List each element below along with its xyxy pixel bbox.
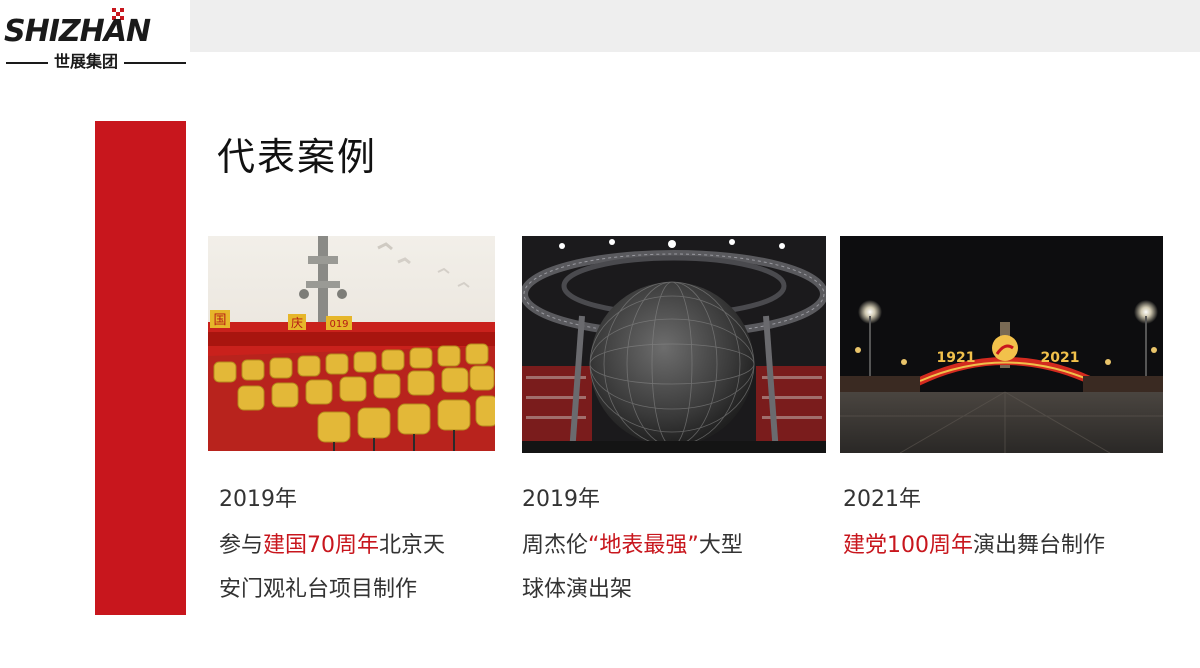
page-title: 代表案例 bbox=[217, 135, 378, 179]
case-3-description: 建党100周年演出舞台制作 bbox=[843, 524, 1105, 568]
case-1-desc-prefix: 参与 bbox=[219, 533, 264, 558]
case-3-desc-line-1: 建党100周年演出舞台制作 bbox=[843, 524, 1105, 568]
signage-2: 庆 bbox=[291, 316, 303, 330]
signage-1921: 1921 bbox=[937, 350, 976, 366]
case-3-desc-suffix: 演出舞台制作 bbox=[973, 533, 1106, 558]
logo-subtitle: 世展集团 bbox=[54, 52, 119, 71]
case-1-desc-highlight: 建国70周年 bbox=[263, 533, 380, 558]
case-1-desc-suffix: 北京天 bbox=[379, 533, 446, 558]
logo-rule-right bbox=[124, 62, 186, 64]
signage-3: 019 bbox=[329, 319, 348, 330]
case-2-desc-highlight: “地表最强” bbox=[588, 533, 699, 558]
case-3-photo: 1921 2021 bbox=[840, 236, 1163, 453]
case-1-description: 参与建国70周年北京天 安门观礼台项目制作 bbox=[219, 524, 445, 612]
logo-wordmark: SHIZHAN bbox=[4, 14, 151, 49]
signage-2021: 2021 bbox=[1041, 350, 1080, 366]
case-2-desc-prefix: 周杰伦 bbox=[522, 533, 589, 558]
case-2-desc-line-2: 球体演出架 bbox=[522, 577, 633, 602]
case-2-desc-line-1: 周杰伦“地表最强”大型 bbox=[522, 524, 743, 568]
logo-subtitle-row: 世展集团 bbox=[6, 52, 186, 72]
case-3-desc-highlight: 建党100周年 bbox=[843, 533, 973, 558]
case-3-year: 2021年 bbox=[843, 487, 921, 512]
case-1-photo: 国 庆 019 bbox=[208, 236, 495, 451]
case-2-description: 周杰伦“地表最强”大型 球体演出架 bbox=[522, 524, 743, 612]
case-1-desc-line-1: 参与建国70周年北京天 bbox=[219, 524, 445, 568]
accent-bar bbox=[95, 121, 186, 615]
case-1-year: 2019年 bbox=[219, 487, 297, 512]
logo-rule-left bbox=[6, 62, 48, 64]
signage-1: 国 bbox=[213, 313, 226, 328]
case-2-desc-suffix: 大型 bbox=[698, 533, 743, 558]
case-1-desc-line-2: 安门观礼台项目制作 bbox=[219, 577, 418, 602]
case-2-photo bbox=[522, 236, 826, 453]
company-logo[interactable]: SHIZHAN 世展集团 bbox=[0, 0, 190, 80]
case-2-year: 2019年 bbox=[522, 487, 600, 512]
